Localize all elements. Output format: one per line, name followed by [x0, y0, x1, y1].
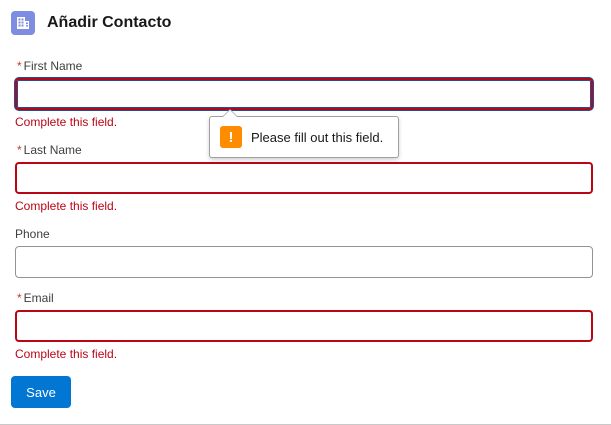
phone-group: Phone: [15, 226, 593, 278]
page-title: Añadir Contacto: [47, 14, 172, 31]
phone-input[interactable]: [15, 246, 593, 278]
last-name-label-text: Last Name: [23, 143, 82, 157]
validation-tooltip: ! Please fill out this field.: [209, 109, 399, 158]
warning-icon: !: [220, 126, 242, 148]
phone-label: Phone: [15, 227, 50, 241]
email-label-text: Email: [23, 291, 54, 305]
first-name-input[interactable]: [15, 78, 593, 110]
required-marker: *: [17, 291, 22, 305]
tooltip-text: Please fill out this field.: [251, 129, 384, 145]
email-label: * Email: [15, 290, 593, 306]
card-header: Añadir Contacto: [11, 11, 171, 35]
email-group: * Email Complete this field.: [15, 290, 593, 362]
last-name-input[interactable]: [15, 162, 593, 194]
email-error: Complete this field.: [15, 347, 118, 361]
add-contact-card: Añadir Contacto * First Name Complete thi…: [0, 0, 611, 425]
first-name-label-text: First Name: [23, 59, 83, 73]
save-button[interactable]: Save: [11, 376, 71, 408]
first-name-label: * First Name: [15, 58, 593, 74]
required-marker: *: [17, 143, 22, 157]
email-input[interactable]: [15, 310, 593, 342]
last-name-error: Complete this field.: [15, 199, 118, 213]
contact-building-icon: [11, 11, 35, 35]
required-marker: *: [17, 59, 22, 73]
